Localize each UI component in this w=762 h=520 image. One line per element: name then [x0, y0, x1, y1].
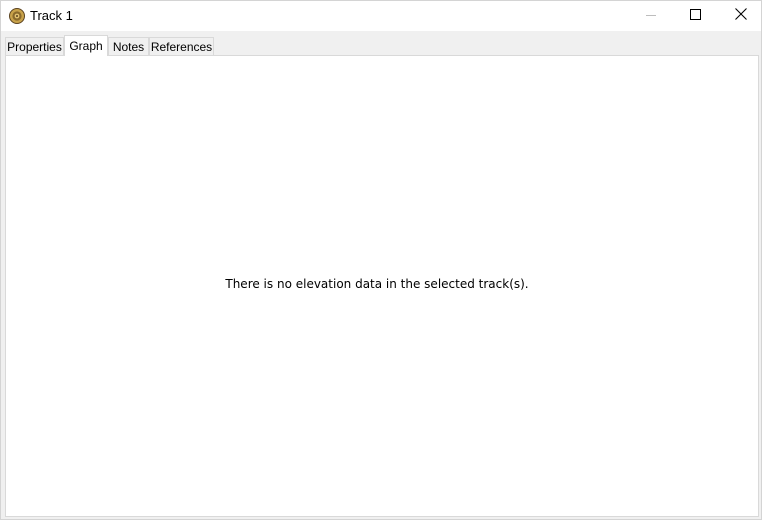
- tab-notes[interactable]: Notes: [108, 37, 149, 55]
- close-icon: [734, 7, 747, 25]
- tab-graph[interactable]: Graph: [64, 35, 108, 56]
- maximize-icon: [690, 7, 701, 25]
- no-elevation-message: There is no elevation data in the select…: [225, 277, 529, 291]
- tab-properties[interactable]: Properties: [5, 37, 64, 55]
- window-title: Track 1: [30, 8, 73, 23]
- minimize-icon: [645, 7, 656, 25]
- title-bar[interactable]: Track 1: [1, 1, 761, 31]
- maximize-button[interactable]: [673, 1, 718, 31]
- minimize-button[interactable]: [628, 1, 673, 31]
- graph-panel: There is no elevation data in the select…: [5, 55, 759, 517]
- track-window: Track 1 Properties Graph Notes Reference…: [0, 0, 762, 520]
- close-button[interactable]: [718, 1, 762, 31]
- tab-references[interactable]: References: [149, 37, 214, 55]
- track-app-icon: [9, 8, 25, 24]
- tab-strip: Properties Graph Notes References: [5, 35, 757, 56]
